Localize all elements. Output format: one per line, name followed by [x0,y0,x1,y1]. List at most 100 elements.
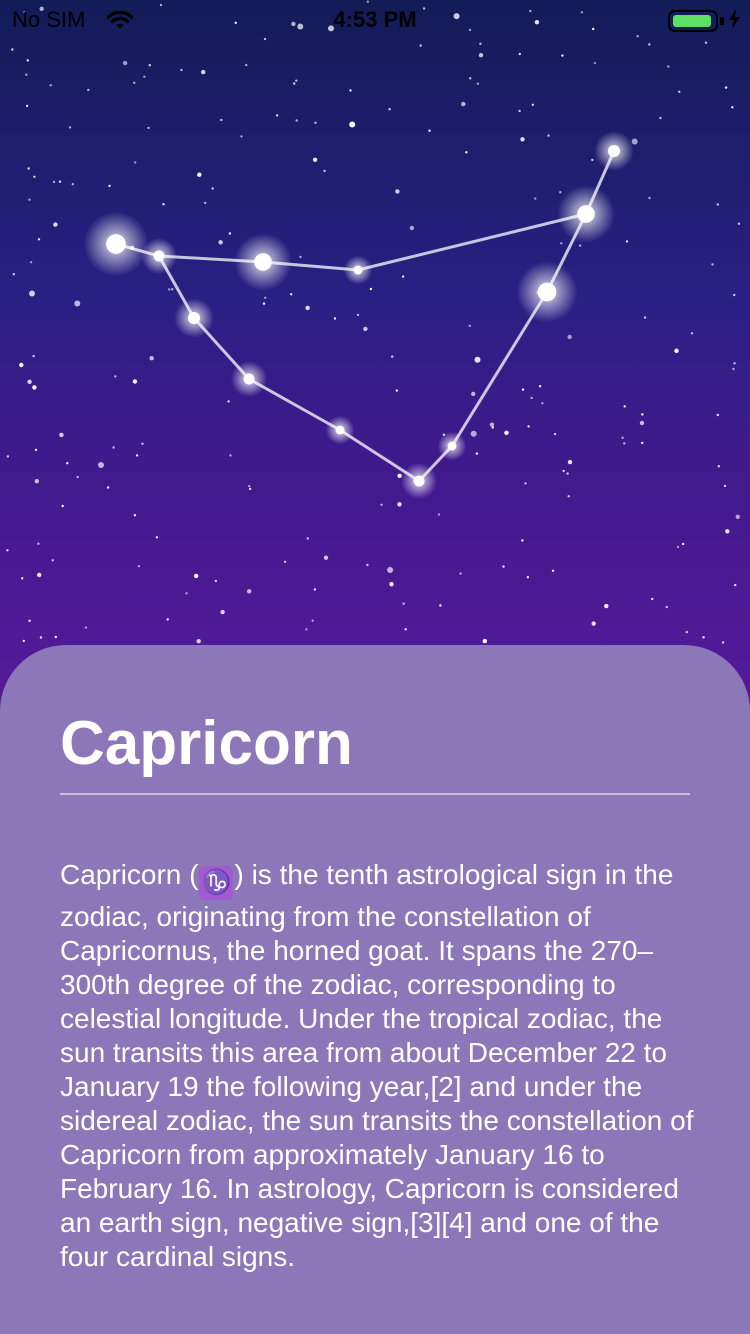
star [468,324,471,327]
star [437,513,441,516]
star [196,639,201,644]
star [685,630,688,634]
star [22,639,25,643]
star [567,459,573,465]
star [397,473,402,478]
constellation-star [413,475,425,487]
star [227,400,230,403]
star [623,442,626,445]
star [561,54,564,57]
star [49,84,52,87]
star [185,592,188,595]
star [731,106,734,109]
star [547,134,550,137]
star [275,114,279,117]
star [721,641,725,644]
star [29,261,33,264]
constellation-star [153,250,165,262]
star [526,576,530,579]
star [133,514,137,517]
star [702,636,705,639]
constellation-line [357,212,587,272]
capricorn-symbol-icon: ♑ [199,866,234,900]
star [248,484,251,488]
star [228,232,232,235]
star [133,81,136,85]
star [37,238,41,241]
star [229,454,232,457]
star [716,413,719,417]
background-stars [6,0,741,650]
star [401,275,405,278]
star [366,563,369,567]
star [502,565,505,568]
star [737,222,741,225]
star [27,167,30,170]
constellation-star [353,265,363,275]
battery-level [673,15,711,27]
star [11,48,14,51]
star [245,63,248,67]
constellation-star [607,144,621,158]
star [290,293,293,296]
star [504,430,509,435]
star [475,452,479,455]
star [247,589,252,594]
star [313,588,317,591]
star [459,572,462,575]
star [6,549,9,552]
star [211,187,214,190]
star [518,109,521,113]
star [306,537,309,540]
star [659,116,662,120]
star [135,454,139,457]
star [218,240,223,245]
battery-tip [720,17,724,25]
star [293,82,296,85]
star [54,635,57,639]
star [37,572,42,578]
star [520,137,525,142]
star [166,618,169,621]
constellation-star [577,205,595,223]
star [395,389,398,392]
star [409,225,415,231]
star [641,413,644,416]
constellation-star [187,311,201,325]
star [651,597,654,601]
star [733,293,736,297]
star [295,79,298,82]
star [735,514,740,519]
constellation-star [243,373,255,385]
star [553,432,557,436]
charging-bolt-icon [729,9,740,29]
star [559,191,562,194]
star [469,77,472,80]
star [112,446,115,449]
star [114,375,117,378]
constellation-star [335,425,345,435]
star [723,484,727,488]
sign-description: Capricorn (♑) is the tenth astrological … [60,858,696,1274]
star [380,503,383,506]
star [538,385,542,388]
star [428,129,431,132]
star [591,158,594,162]
star [84,626,88,629]
star [465,151,468,154]
star [690,332,694,335]
star [732,367,735,371]
constellation-star [537,282,557,302]
star [369,287,373,291]
star [312,157,318,162]
star [474,356,481,363]
battery-icon [668,10,718,32]
star [12,273,15,276]
star [716,203,719,206]
star [681,542,685,546]
star [395,189,400,194]
star [397,502,402,507]
star [25,104,29,108]
star [53,222,58,227]
zodiac-detail-screen: No SIM 4:53 PM Capricorn Capricorn (♑) i… [0,0,750,1334]
